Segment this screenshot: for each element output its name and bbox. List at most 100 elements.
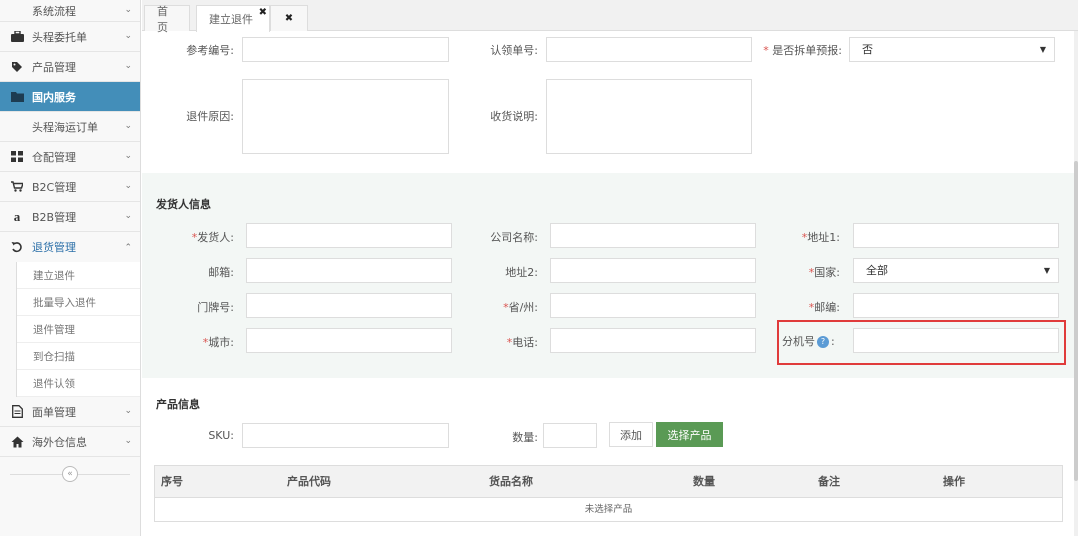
ref-no-input[interactable]	[242, 37, 449, 62]
quantity-input[interactable]	[543, 423, 597, 448]
briefcase-icon	[10, 30, 24, 44]
house-number-input[interactable]	[246, 293, 452, 318]
dropdown-caret-icon: ▼	[1039, 45, 1046, 54]
submenu-item-warehouse-scan[interactable]: 到仓扫描	[17, 343, 140, 370]
required-marker: *	[763, 44, 769, 57]
sidebar: 系统流程 ⌄ 头程委托单 ⌄ 产品管理 ⌄ 国内服务 头程海运订单 ⌄ 仓配管理…	[0, 0, 141, 536]
document-icon	[10, 405, 24, 419]
split-forecast-value: 否	[862, 43, 873, 56]
return-reason-label: 退件原因:	[186, 110, 234, 123]
province-label-text: 省/州:	[508, 301, 538, 314]
grid-icon	[10, 150, 24, 164]
chevron-down-icon: ⌄	[124, 151, 132, 161]
address1-input[interactable]	[853, 223, 1059, 248]
extension-label-colon: :	[831, 335, 835, 348]
chevron-down-icon: ⌄	[124, 406, 132, 416]
zip-input[interactable]	[853, 293, 1059, 318]
amazon-icon: a	[13, 208, 21, 224]
sidebar-item-system-flow[interactable]: 系统流程 ⌄	[0, 0, 140, 22]
sidebar-item-overseas-warehouse-info[interactable]: 海外仓信息 ⌄	[0, 427, 140, 457]
sidebar-item-b2b-management[interactable]: a B2B管理 ⌄	[0, 202, 140, 232]
submenu-item-return-management[interactable]: 退件管理	[17, 316, 140, 343]
address2-label: 地址2:	[505, 266, 538, 279]
chevron-down-icon: ⌄	[124, 436, 132, 446]
tab-label: 首页	[157, 4, 168, 34]
email-input[interactable]	[246, 258, 452, 283]
sidebar-item-label: 国内服务	[32, 90, 76, 104]
extension-label: 分机号?:	[782, 333, 844, 349]
address1-label-text: 地址1:	[807, 231, 840, 244]
sidebar-item-product-management[interactable]: 产品管理 ⌄	[0, 52, 140, 82]
tab-create-return[interactable]: 建立退件 ✖	[196, 5, 270, 32]
country-select[interactable]: 全部 ▼	[853, 258, 1059, 283]
ref-no-label: 参考编号:	[186, 44, 234, 57]
extension-input[interactable]	[853, 328, 1059, 353]
add-button[interactable]: 添加	[609, 422, 653, 447]
tab-home[interactable]: 首页	[144, 5, 190, 34]
table-header: 序号 产品代码 货品名称 数量 备注 操作	[155, 466, 1062, 498]
sender-label: *发货人:	[172, 229, 234, 245]
product-table: 序号 产品代码 货品名称 数量 备注 操作 未选择产品	[154, 465, 1063, 522]
tab-close-all[interactable]: ✖	[270, 5, 308, 31]
main-content: 参考编号: 认领单号: * 是否拆单预报: 否 ▼ 退件原因: 收货说明: 发货…	[142, 31, 1074, 536]
split-forecast-label-text: 是否拆单预报:	[772, 44, 842, 57]
sender-label-text: 发货人:	[197, 231, 234, 244]
split-forecast-label: * 是否拆单预报:	[742, 42, 842, 58]
phone-label: *电话:	[476, 334, 538, 350]
sidebar-item-b2c-management[interactable]: B2C管理 ⌄	[0, 172, 140, 202]
receipt-note-textarea[interactable]	[546, 79, 752, 154]
sidebar-item-first-leg-order[interactable]: 头程委托单 ⌄	[0, 22, 140, 52]
chevron-down-icon: ⌄	[124, 121, 132, 131]
quantity-label: 数量:	[512, 431, 538, 444]
company-name-label: 公司名称:	[490, 231, 538, 244]
claim-no-input[interactable]	[546, 37, 752, 62]
column-header-actions: 操作	[943, 475, 965, 488]
address2-input[interactable]	[550, 258, 756, 283]
undo-icon	[10, 240, 24, 254]
extension-label-text: 分机号	[782, 335, 815, 348]
zip-label: *邮编:	[776, 299, 840, 315]
province-input[interactable]	[550, 293, 756, 318]
company-name-input[interactable]	[550, 223, 756, 248]
city-label: *城市:	[172, 334, 234, 350]
country-label-text: 国家:	[814, 266, 840, 279]
sidebar-item-return-management[interactable]: 退货管理 ⌃	[0, 232, 140, 262]
submenu-item-create-return[interactable]: 建立退件	[17, 262, 140, 289]
split-forecast-select[interactable]: 否 ▼	[849, 37, 1055, 62]
return-reason-textarea[interactable]	[242, 79, 449, 154]
column-header-remark: 备注	[818, 475, 840, 488]
column-header-product-code: 产品代码	[287, 475, 331, 488]
city-input[interactable]	[246, 328, 452, 353]
chevron-down-icon: ⌄	[124, 5, 132, 15]
chevron-down-icon: ⌄	[124, 31, 132, 41]
province-label: *省/州:	[476, 299, 538, 315]
phone-input[interactable]	[550, 328, 756, 353]
submenu-item-batch-import-returns[interactable]: 批量导入退件	[17, 289, 140, 316]
sidebar-item-domestic-service[interactable]: 国内服务	[0, 82, 140, 112]
sender-input[interactable]	[246, 223, 452, 248]
tab-label: 建立退件	[209, 13, 253, 26]
sidebar-item-label-management[interactable]: 面单管理 ⌄	[0, 397, 140, 427]
country-label: *国家:	[776, 264, 840, 280]
sidebar-item-warehouse-management[interactable]: 仓配管理 ⌄	[0, 142, 140, 172]
sku-input[interactable]	[242, 423, 449, 448]
scrollbar-thumb[interactable]	[1074, 161, 1078, 481]
house-number-label: 门牌号:	[197, 301, 234, 314]
close-icon[interactable]: ✖	[259, 7, 267, 18]
chevron-down-icon: ⌄	[124, 181, 132, 191]
zip-label-text: 邮编:	[814, 301, 840, 314]
help-icon[interactable]: ?	[817, 336, 829, 348]
chevron-down-icon: ⌄	[124, 61, 132, 71]
vertical-scrollbar[interactable]	[1074, 31, 1078, 536]
sidebar-item-first-leg-sea-order[interactable]: 头程海运订单 ⌄	[0, 112, 140, 142]
double-chevron-left-icon[interactable]: «	[62, 466, 78, 482]
submenu-item-return-claim[interactable]: 退件认领	[17, 370, 140, 397]
dropdown-caret-icon: ▼	[1043, 266, 1050, 275]
city-label-text: 城市:	[208, 336, 234, 349]
column-header-quantity: 数量	[693, 475, 715, 488]
select-product-button[interactable]: 选择产品	[656, 422, 723, 447]
column-header-index: 序号	[161, 475, 183, 488]
phone-label-text: 电话:	[512, 336, 538, 349]
sidebar-collapse-row: «	[0, 457, 140, 491]
tag-icon	[10, 60, 24, 74]
